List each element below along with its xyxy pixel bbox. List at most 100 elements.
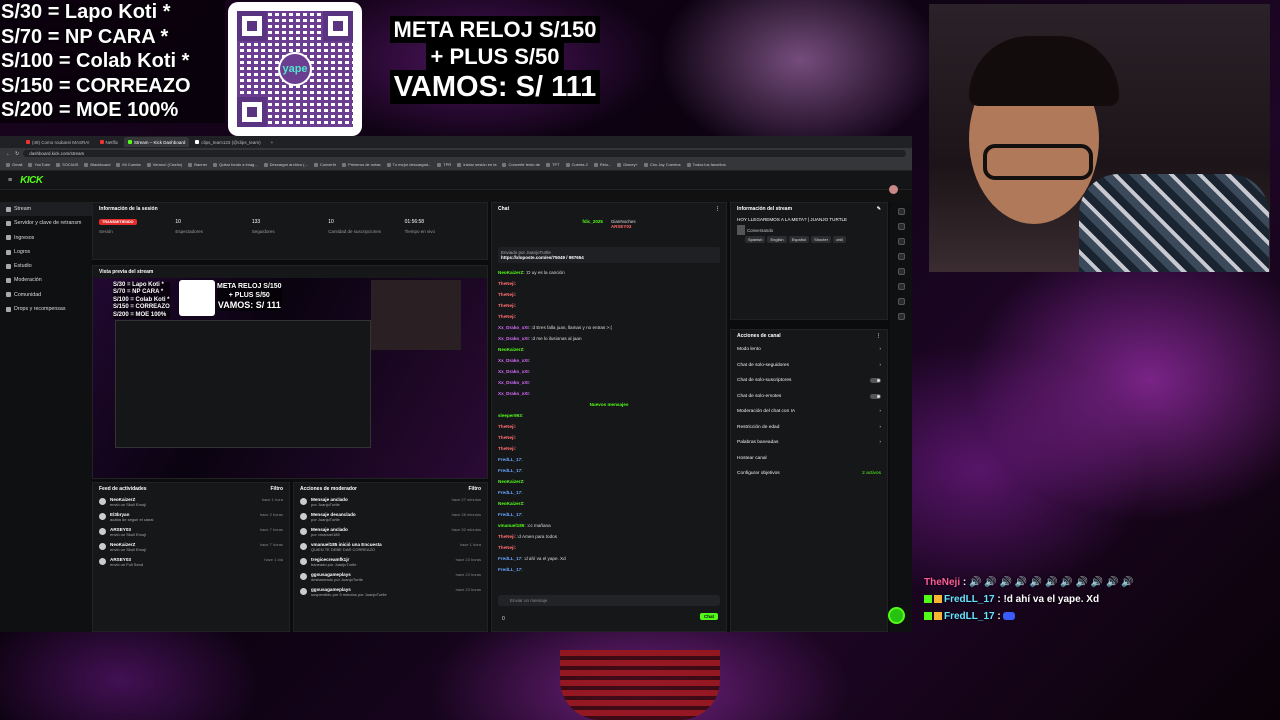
chat-input[interactable]: Enviar un mensaje xyxy=(498,595,720,606)
pinned-message[interactable]: Enviado por JuanjoTurtle https://xlopost… xyxy=(498,247,720,263)
bookmark-item[interactable]: Iniciar sesión en la xyxy=(457,162,496,167)
bookmark-item[interactable]: Cuenta 2 xyxy=(566,162,588,167)
back-icon[interactable]: ← xyxy=(6,151,11,157)
chat-username[interactable]: Xx_Drako_xXI xyxy=(498,358,529,363)
chat-username[interactable]: FredLL_17 xyxy=(498,457,521,462)
bookmark-item[interactable]: Descargar archivo (... xyxy=(264,162,308,167)
filter-button[interactable]: Filtro xyxy=(469,486,482,492)
bookmark-item[interactable]: Blackboard xyxy=(84,162,110,167)
bookmark-item[interactable]: TPT xyxy=(546,162,560,167)
chat-username[interactable]: sleeper993 xyxy=(498,413,522,418)
edit-icon[interactable]: ✎ xyxy=(877,206,881,212)
chat-username[interactable]: FredLL_17 xyxy=(498,468,521,473)
channel-action-row[interactable]: Configurar objetivos 2 activos xyxy=(731,466,887,482)
chat-username[interactable]: Xx_Drako_xXI xyxy=(498,391,529,396)
bookmark-item[interactable]: Primeros de notas xyxy=(342,162,380,167)
rail-icon[interactable] xyxy=(897,313,905,320)
browser-tab[interactable]: clips_team123 (@clips_team) xyxy=(191,137,264,147)
chat-username[interactable]: Xx_Drako_xXI xyxy=(498,380,529,385)
chat-username[interactable]: TheNeji xyxy=(498,435,515,440)
stream-tag[interactable]: Spanish xyxy=(745,236,766,243)
bookmark-item[interactable]: Quitar fondo a imag... xyxy=(213,162,257,167)
bookmark-item[interactable]: Gmail xyxy=(6,162,22,167)
reload-icon[interactable]: ↻ xyxy=(15,151,19,157)
rail-icon[interactable] xyxy=(897,238,905,245)
sidebar-item[interactable]: Comunidad xyxy=(0,288,92,302)
chat-username[interactable]: TheNeji xyxy=(498,281,515,286)
chat-username[interactable]: Xx_Drako_xXI xyxy=(498,325,529,330)
rail-icon[interactable] xyxy=(897,283,905,290)
bookmark-item[interactable]: SOCIAIS xyxy=(56,162,78,167)
new-tab-button[interactable]: + xyxy=(267,137,278,147)
filter-button[interactable]: Filtro xyxy=(271,486,284,492)
chat-username[interactable]: FredLL_17 xyxy=(498,567,521,572)
browser-tab-active[interactable]: Stream – Kick Dashboard xyxy=(124,137,190,147)
menu-icon[interactable]: ≡ xyxy=(8,177,12,184)
stream-tag[interactable]: Español xyxy=(788,236,810,243)
rail-icon[interactable] xyxy=(897,298,905,305)
rail-icon[interactable] xyxy=(897,208,905,215)
channel-action-row[interactable]: Moderación del chat con IA › xyxy=(731,404,887,420)
rail-icon[interactable] xyxy=(897,253,905,260)
stream-tag[interactable]: Shooter xyxy=(811,236,832,243)
bookmark-item[interactable]: Tu mejor descargad... xyxy=(387,162,432,167)
kick-logo[interactable]: KICK xyxy=(20,175,43,186)
stream-tag[interactable]: chill xyxy=(833,236,846,243)
chat-username[interactable]: TheNeji xyxy=(498,534,515,539)
bookmark-item[interactable]: Convertir xyxy=(314,162,336,167)
bookmark-item[interactable]: YouTube xyxy=(28,162,50,167)
bookmark-item[interactable]: Banner xyxy=(188,162,207,167)
bookmark-item[interactable]: Relo... xyxy=(594,162,612,167)
sidebar-item[interactable]: Ingresos xyxy=(0,231,92,245)
channel-action-row[interactable]: Chat de solo-seguidores › xyxy=(731,358,887,374)
chat-username[interactable]: TheNeji xyxy=(498,292,515,297)
stream-tag[interactable]: English xyxy=(767,236,787,243)
channel-action-row[interactable]: Hostear canal xyxy=(731,451,887,467)
rail-icon[interactable] xyxy=(897,223,905,230)
chat-username[interactable]: Xx_Drako_xXI xyxy=(498,369,529,374)
sidebar-item[interactable]: Drops y recompensas xyxy=(0,302,92,316)
chat-username[interactable]: Xx_Drako_xXI xyxy=(498,336,529,341)
channel-action-row[interactable]: Restricción de edad › xyxy=(731,420,887,436)
chat-username[interactable]: NeoKaizerZ xyxy=(498,347,523,352)
channel-action-row[interactable]: Chat de solo-suscriptores xyxy=(731,373,887,389)
toggle-switch[interactable] xyxy=(870,378,881,384)
chat-username[interactable]: NeoKaizerZ xyxy=(498,501,523,506)
toggle-switch[interactable] xyxy=(870,393,881,399)
chat-username[interactable]: TheNeji xyxy=(498,545,515,550)
url-field[interactable]: dashboard.kick.com/stream xyxy=(23,150,906,157)
sidebar-item[interactable]: Stream xyxy=(0,202,92,217)
bookmark-item[interactable]: Disney+ xyxy=(617,162,638,167)
bookmark-item[interactable]: Verano! (Cicelio) xyxy=(147,162,183,167)
rail-icon[interactable] xyxy=(897,268,905,275)
bookmark-item[interactable]: Convertir texto de xyxy=(502,162,540,167)
sidebar-item[interactable]: Estudio xyxy=(0,259,92,273)
chat-username[interactable]: NeoKaizerZ xyxy=(498,270,523,275)
browser-tab[interactable]: (49) Como roubarei MASRA! xyxy=(22,137,94,147)
stream-preview[interactable]: S/30 = Lapo Koti * S/70 = NP CARA * S/100 … xyxy=(93,278,487,478)
chat-username[interactable]: TheNeji xyxy=(498,446,515,451)
browser-tab[interactable]: Netflix xyxy=(96,137,123,147)
chat-username[interactable]: NeoKaizerZ xyxy=(498,479,523,484)
more-icon[interactable]: ⋮ xyxy=(715,206,720,212)
chat-username[interactable]: vmanuel185 xyxy=(498,523,524,528)
chat-username[interactable]: TheNeji xyxy=(498,424,515,429)
bookmark-item[interactable]: Chu Jay Cuentos xyxy=(644,162,681,167)
channel-action-row[interactable]: Chat de solo-emotes xyxy=(731,389,887,405)
chat-username[interactable]: TheNeji xyxy=(498,314,515,319)
channel-action-row[interactable]: Palabras baneadas › xyxy=(731,435,887,451)
channel-action-row[interactable]: Modo lento › xyxy=(731,342,887,358)
send-chat-button[interactable]: Chat xyxy=(700,613,718,620)
sidebar-item[interactable]: Moderación xyxy=(0,273,92,287)
bookmark-item[interactable]: TPR xyxy=(437,162,451,167)
sidebar-item[interactable]: Servidor y clave de retransm xyxy=(0,216,92,230)
chat-username[interactable]: FredLL_17 xyxy=(498,556,521,561)
bookmark-item[interactable]: Todos los favoritos xyxy=(687,162,726,167)
floating-action-button[interactable] xyxy=(888,607,905,624)
chat-username[interactable]: FredLL_17 xyxy=(498,512,521,517)
sidebar-item[interactable]: Logros xyxy=(0,245,92,259)
chat-username[interactable]: FredLL_17 xyxy=(498,490,521,495)
avatar[interactable] xyxy=(889,185,898,194)
bookmark-item[interactable]: Mi Cuenta xyxy=(116,162,140,167)
chat-username[interactable]: TheNeji xyxy=(498,303,515,308)
